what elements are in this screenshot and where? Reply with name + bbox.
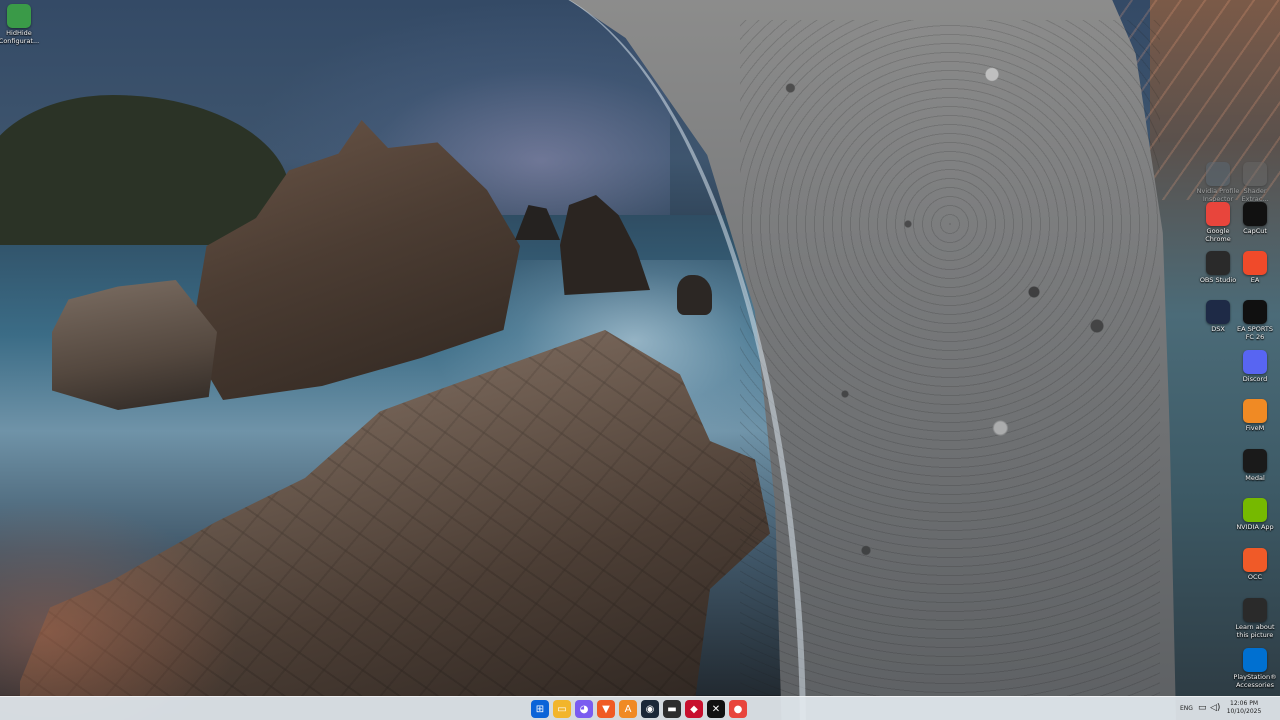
desktop-shortcut-extractor[interactable]: Shader Extrac... (1233, 162, 1277, 203)
fivem-taskbar-icon[interactable]: A (619, 700, 637, 718)
steam-icon[interactable]: ◉ (641, 700, 659, 718)
desktop-shortcut-fc26[interactable]: EA SPORTS FC 26 (1233, 300, 1277, 341)
network-icon[interactable]: ▭ (1198, 703, 1207, 713)
terminal-icon[interactable]: ▬ (663, 700, 681, 718)
clock-time: 12:06 PM (1230, 700, 1258, 707)
discord-icon (1243, 350, 1267, 374)
file-explorer-icon[interactable]: ▭ (553, 700, 571, 718)
desktop-wallpaper: HidHide Configurat... Nvidia Profile Ins… (0, 0, 1280, 720)
dsx-icon (1206, 300, 1230, 324)
capcut-icon (1243, 202, 1267, 226)
desktop-shortcut-label: EA (1250, 276, 1260, 284)
desktop-shortcut-label: PlayStation® Accessories (1233, 673, 1277, 689)
language-indicator[interactable]: ENG (1180, 705, 1193, 712)
ea-icon (1243, 251, 1267, 275)
playstation-icon (1243, 648, 1267, 672)
desktop-shortcut-label: Learn about this picture (1235, 623, 1275, 639)
desktop-shortcut-label: CapCut (1243, 227, 1267, 235)
desktop-shortcut-label: Discord (1242, 375, 1268, 383)
start-button[interactable]: ⊞ (531, 700, 549, 718)
obs-icon (1206, 251, 1230, 275)
brave-icon[interactable]: ▼ (597, 700, 615, 718)
nvidia-icon (1243, 498, 1267, 522)
desktop-shortcut-label: Shader Extrac... (1241, 187, 1269, 203)
desktop-shortcut-label: Medal (1245, 474, 1265, 482)
capcut-taskbar-icon[interactable]: ✕ (707, 700, 725, 718)
desktop-shortcut-playstation[interactable]: PlayStation® Accessories (1233, 648, 1277, 689)
desktop-shortcut-label: HidHide Configurat... (0, 29, 40, 45)
desktop-shortcut-occ[interactable]: OCC (1233, 548, 1277, 582)
desktop-shortcut-label: EA SPORTS FC 26 (1237, 325, 1273, 341)
taskbar-clock[interactable]: 12:06 PM 10/10/2025 (1222, 700, 1266, 716)
chrome-icon (1206, 202, 1230, 226)
clock-date: 10/10/2025 (1226, 708, 1262, 715)
wallpaper-glow (0, 500, 240, 720)
wallpaper-glass-droplets (740, 20, 1160, 700)
medal-icon (1243, 449, 1267, 473)
chrome-taskbar-icon[interactable]: ● (729, 700, 747, 718)
hidhide-icon (7, 4, 31, 28)
desktop-shortcut-label: OCC (1247, 573, 1263, 581)
desktop-shortcut-fivem[interactable]: FiveM (1233, 399, 1277, 433)
occ-icon (1243, 548, 1267, 572)
fivem-icon (1243, 399, 1267, 423)
desktop-shortcut-hidhide[interactable]: HidHide Configurat... (0, 4, 41, 45)
desktop-shortcut-ea[interactable]: EA (1233, 251, 1277, 285)
taskbar: ⊞ ▭ ◕ ▼ A ◉ ▬ ◆ ✕ ● ENG ▭ ◁) 12:06 PM 10/10/2025 (0, 696, 1280, 720)
desktop-shortcut-nvidia[interactable]: NVIDIA App (1233, 498, 1277, 532)
fc26-icon (1243, 300, 1267, 324)
desktop-shortcut-learn-picture[interactable]: Learn about this picture (1233, 598, 1277, 639)
game-app-icon[interactable]: ◆ (685, 700, 703, 718)
desktop-shortcut-label: NVIDIA App (1236, 523, 1274, 531)
extractor-icon (1243, 162, 1267, 186)
desktop-shortcut-discord[interactable]: Discord (1233, 350, 1277, 384)
desktop-shortcut-label: FiveM (1245, 424, 1265, 432)
desktop-shortcut-capcut[interactable]: CapCut (1233, 202, 1277, 236)
desktop-shortcut-medal[interactable]: Medal (1233, 449, 1277, 483)
profile-inspector-icon (1206, 162, 1230, 186)
learn-picture-icon (1243, 598, 1267, 622)
volume-icon[interactable]: ◁) (1210, 703, 1220, 713)
copilot-icon[interactable]: ◕ (575, 700, 593, 718)
